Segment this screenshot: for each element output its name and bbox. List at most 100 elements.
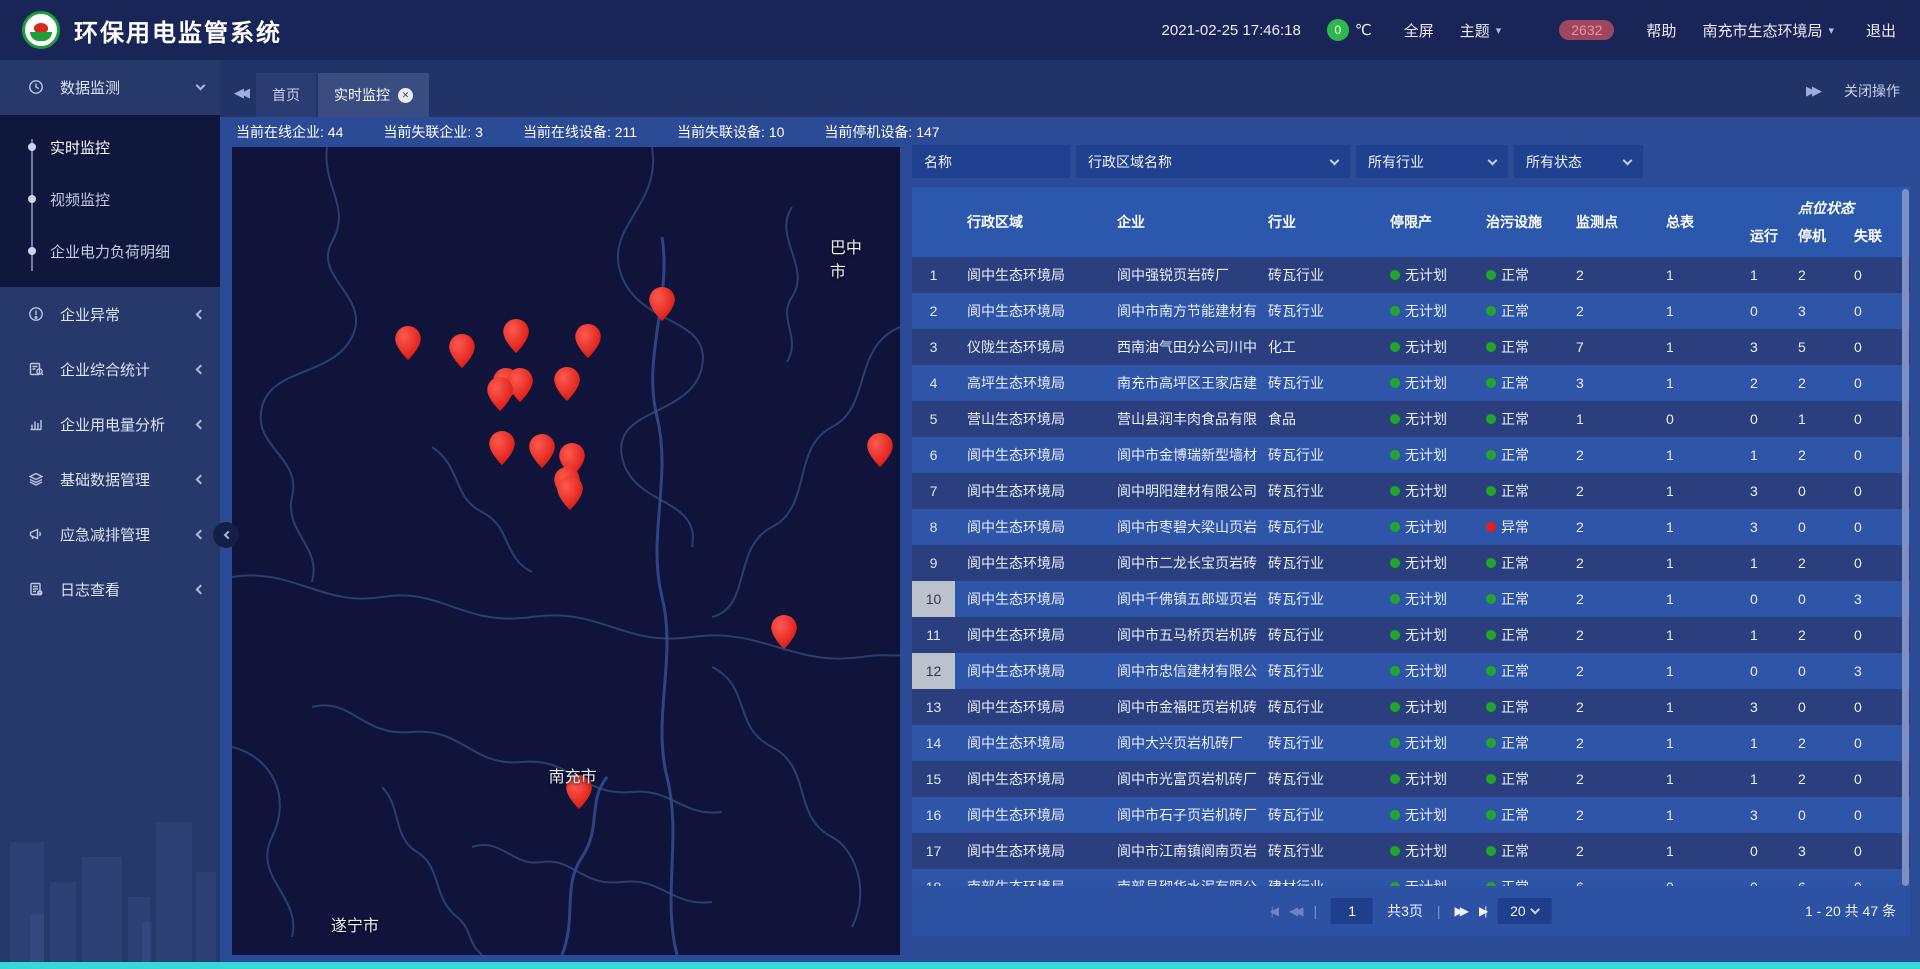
table-row[interactable]: 12 阆中生态环境局 阆中市忠信建材有限公 砖瓦行业 无计划 正常 2 1 0 … xyxy=(912,653,1910,689)
col-run: 运行 xyxy=(1742,226,1790,246)
layers-icon xyxy=(28,471,46,489)
col-district: 行政区域 xyxy=(955,187,1105,257)
col-limit: 停限产 xyxy=(1382,187,1478,257)
tabbar-right: ▶▶ 关闭操作 xyxy=(1806,81,1920,117)
logout-button[interactable]: 退出 xyxy=(1860,20,1896,41)
sidebar-item[interactable]: 基础数据管理 xyxy=(0,452,220,507)
table-scrollbar[interactable] xyxy=(1902,189,1909,886)
app-title: 环保用电监管系统 xyxy=(74,13,282,48)
col-lost: 失联 xyxy=(1846,226,1910,246)
sidebar-item[interactable]: 数据监测 xyxy=(0,60,220,115)
table-row[interactable]: 6 阆中生态环境局 阆中市金博瑞新型墙材 砖瓦行业 无计划 正常 2 1 1 2… xyxy=(912,437,1910,473)
tab-bar: ◀◀ 首页 实时监控 ✕ ▶▶ 关闭操作 xyxy=(220,60,1920,117)
alert-icon xyxy=(28,306,46,324)
chevron-down-icon xyxy=(1623,155,1633,165)
table-row[interactable]: 17 阆中生态环境局 阆中市江南镇阆南页岩 砖瓦行业 无计划 正常 2 1 0 … xyxy=(912,833,1910,869)
notification-count-badge: 2632 xyxy=(1559,20,1614,40)
total-pages-label: 共3页 xyxy=(1387,901,1423,921)
page-size-select[interactable]: 20 xyxy=(1497,898,1551,924)
tab-close-icon[interactable]: ✕ xyxy=(398,88,413,103)
caret-down-icon: ▾ xyxy=(1828,24,1834,37)
sidebar-submenu: 实时监控 视频监控 企业电力负荷明细 xyxy=(0,115,220,287)
tab[interactable]: 首页 xyxy=(256,73,316,117)
close-operations-dropdown[interactable]: 关闭操作 xyxy=(1844,81,1900,101)
table-row[interactable]: 10 阆中生态环境局 阆中千佛镇五郎垭页岩 砖瓦行业 无计划 正常 2 1 0 … xyxy=(912,581,1910,617)
region-select[interactable]: 行政区域名称 xyxy=(1076,145,1350,178)
table-row[interactable]: 5 营山生态环境局 营山县润丰肉食品有限 食品 无计划 正常 1 0 0 1 0 xyxy=(912,401,1910,437)
table-row[interactable]: 16 阆中生态环境局 阆中市石子页岩机砖厂 砖瓦行业 无计划 正常 2 1 3 … xyxy=(912,797,1910,833)
map-collapse-button[interactable] xyxy=(213,522,239,548)
org-dropdown[interactable]: 南充市生态环境局 ▾ xyxy=(1702,20,1834,41)
sidebar-subitem[interactable]: 企业电力负荷明细 xyxy=(0,225,220,277)
fullscreen-button[interactable]: 全屏 xyxy=(1398,20,1434,41)
stat-item: 当前失联设备: 10 xyxy=(677,122,784,142)
map-panel[interactable]: 巴中市南充市遂宁市 xyxy=(232,147,900,955)
sidebar-item[interactable]: 企业异常 xyxy=(0,287,220,342)
temperature: 0 ℃ xyxy=(1327,19,1372,41)
help-button[interactable]: 帮助 xyxy=(1640,20,1676,41)
table-row[interactable]: 3 仪陇生态环境局 西南油气田分公司川中 化工 无计划 正常 7 1 3 5 0 xyxy=(912,329,1910,365)
col-point-status-group: 点位状态 运行 停机 失联 xyxy=(1742,187,1910,257)
col-company: 企业 xyxy=(1105,187,1260,257)
table-row[interactable]: 8 阆中生态环境局 阆中市枣碧大梁山页岩 砖瓦行业 无计划 异常 2 1 3 0… xyxy=(912,509,1910,545)
map-city-label: 遂宁市 xyxy=(331,912,379,936)
enterprise-table: 行政区域 企业 行业 停限产 治污设施 监测点 总表 点位状态 运行 停机 失联… xyxy=(912,187,1910,936)
col-meters: 总表 xyxy=(1658,187,1742,257)
page-number-input[interactable]: 1 xyxy=(1331,898,1373,924)
chevron-left-icon xyxy=(196,365,206,375)
chevron-down-icon xyxy=(196,81,206,91)
prev-page-icon[interactable]: ◀◀ xyxy=(1289,904,1299,918)
col-stop: 停机 xyxy=(1790,226,1846,246)
notifications[interactable]: 2632 xyxy=(1553,20,1614,40)
sidebar-subitem[interactable]: 实时监控 xyxy=(0,121,220,173)
caret-down-icon: ▾ xyxy=(1496,24,1502,37)
temperature-badge: 0 xyxy=(1327,19,1349,41)
tabs-scroll-left-icon[interactable]: ◀◀ xyxy=(234,85,246,101)
stats-bar: 当前在线企业: 44 当前失联企业: 3 当前在线设备: 211 当前失联设备:… xyxy=(220,117,1920,147)
stats-icon xyxy=(28,361,46,379)
industry-select[interactable]: 所有行业 xyxy=(1356,145,1508,178)
stat-item: 当前在线企业: 44 xyxy=(236,122,343,142)
table-row[interactable]: 7 阆中生态环境局 阆中明阳建材有限公司 砖瓦行业 无计划 正常 2 1 3 0… xyxy=(912,473,1910,509)
table-row[interactable]: 13 阆中生态环境局 阆中市金福旺页岩机砖 砖瓦行业 无计划 正常 2 1 3 … xyxy=(912,689,1910,725)
table-row[interactable]: 14 阆中生态环境局 阆中大兴页岩机砖厂 砖瓦行业 无计划 正常 2 1 1 2… xyxy=(912,725,1910,761)
chart-icon xyxy=(28,416,46,434)
status-select[interactable]: 所有状态 xyxy=(1514,145,1643,178)
last-page-icon[interactable]: ▶| xyxy=(1479,904,1483,918)
monitor-icon xyxy=(28,79,46,97)
name-input-placeholder: 名称 xyxy=(924,152,952,172)
stat-item: 当前在线设备: 211 xyxy=(523,122,637,142)
chevron-left-icon xyxy=(196,475,206,485)
sidebar-item[interactable]: 日志查看 xyxy=(0,562,220,617)
sidebar-item[interactable]: 应急减排管理 xyxy=(0,507,220,562)
col-facility: 治污设施 xyxy=(1478,187,1568,257)
table-row[interactable]: 9 阆中生态环境局 阆中市二龙长宝页岩砖 砖瓦行业 无计划 正常 2 1 1 2… xyxy=(912,545,1910,581)
table-row[interactable]: 11 阆中生态环境局 阆中市五马桥页岩机砖 砖瓦行业 无计划 正常 2 1 1 … xyxy=(912,617,1910,653)
chevron-down-icon xyxy=(1488,155,1498,165)
map-city-label: 巴中市 xyxy=(830,234,877,282)
table-row[interactable]: 18 南部生态环境局 南部县砌华水泥有限公 建材行业 无计划 正常 6 0 0 … xyxy=(912,869,1910,886)
sidebar-menu: 数据监测 实时监控 视频监控 企业电力负荷明细 企业异常 企业综合统计 企业用电… xyxy=(0,60,220,617)
sidebar-subitem[interactable]: 视频监控 xyxy=(0,173,220,225)
tabs-scroll-right-icon[interactable]: ▶▶ xyxy=(1806,83,1818,99)
sidebar-item[interactable]: 企业用电量分析 xyxy=(0,397,220,452)
chevron-left-icon xyxy=(196,585,206,595)
sidebar-item[interactable]: 企业综合统计 xyxy=(0,342,220,397)
map-city-label: 南充市 xyxy=(549,763,597,787)
table-row[interactable]: 2 阆中生态环境局 阆中市南方节能建材有 砖瓦行业 无计划 正常 2 1 0 3… xyxy=(912,293,1910,329)
name-search-input[interactable]: 名称 xyxy=(912,145,1070,178)
map-city-labels: 巴中市南充市遂宁市 xyxy=(232,147,900,955)
tab[interactable]: 实时监控 ✕ xyxy=(318,73,429,117)
chevron-left-icon xyxy=(196,310,206,320)
table-row[interactable]: 4 高坪生态环境局 南充市高坪区王家店建 砖瓦行业 无计划 正常 3 1 2 2… xyxy=(912,365,1910,401)
chevron-left-icon xyxy=(196,530,206,540)
table-row[interactable]: 1 阆中生态环境局 阆中强锐页岩砖厂 砖瓦行业 无计划 正常 2 1 1 2 0 xyxy=(912,257,1910,293)
first-page-icon[interactable]: |◀ xyxy=(1271,904,1275,918)
next-page-icon[interactable]: ▶▶ xyxy=(1455,904,1465,918)
theme-dropdown[interactable]: 主题 ▾ xyxy=(1460,20,1502,41)
table-row[interactable]: 15 阆中生态环境局 阆中市光富页岩机砖厂 砖瓦行业 无计划 正常 2 1 1 … xyxy=(912,761,1910,797)
sidebar: 数据监测 实时监控 视频监控 企业电力负荷明细 企业异常 企业综合统计 企业用电… xyxy=(0,60,220,962)
footer-accent-strip xyxy=(0,962,1920,969)
record-range-label: 1 - 20 共 47 条 xyxy=(1805,901,1910,921)
col-industry: 行业 xyxy=(1260,187,1382,257)
